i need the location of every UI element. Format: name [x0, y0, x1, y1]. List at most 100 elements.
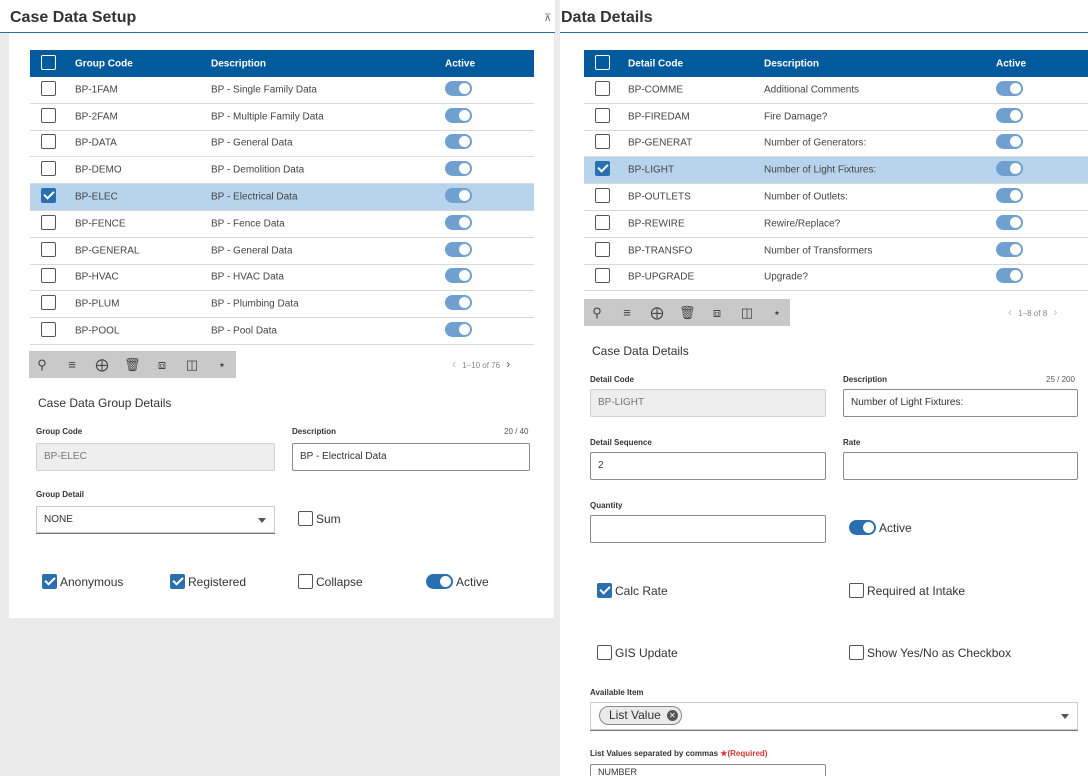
column-header-description[interactable]: Description	[211, 58, 266, 69]
row-active-toggle[interactable]	[445, 241, 472, 260]
table-row[interactable]: BP-DATA BP - General Data	[30, 130, 534, 158]
filter-icon[interactable]: ≡	[64, 357, 80, 373]
hierarchy-icon[interactable]: ⋆	[769, 305, 785, 321]
row-active-toggle[interactable]	[996, 241, 1023, 260]
row-checkbox[interactable]	[595, 188, 610, 206]
row-active-toggle[interactable]	[996, 161, 1023, 179]
table-row[interactable]: BP-PLUM BP - Plumbing Data	[30, 291, 534, 319]
hierarchy-icon[interactable]: ⋆	[214, 357, 230, 373]
row-active-toggle[interactable]	[445, 214, 472, 233]
collapse-checkbox[interactable]	[298, 574, 313, 589]
columns-icon[interactable]: ◫	[739, 305, 755, 321]
sum-option[interactable]: Sum	[298, 511, 341, 526]
row-checkbox[interactable]	[41, 268, 56, 286]
row-checkbox[interactable]	[595, 107, 610, 126]
detail-sequence-field[interactable]: 2	[590, 452, 826, 480]
delete-icon[interactable]: 🗑	[679, 305, 696, 321]
search-icon[interactable]: ⚲	[34, 357, 50, 373]
select-all-checkbox[interactable]	[595, 54, 610, 73]
row-checkbox[interactable]	[595, 80, 610, 99]
collapse-icon[interactable]: ⊼	[544, 14, 554, 24]
delete-icon[interactable]: 🗑	[124, 357, 141, 373]
row-active-toggle[interactable]	[996, 268, 1023, 286]
list-values-field[interactable]: NUMBER	[590, 764, 826, 776]
row-checkbox[interactable]	[595, 268, 610, 286]
row-active-toggle[interactable]	[445, 80, 472, 99]
table-row[interactable]: BP-1FAM BP - Single Family Data	[30, 77, 534, 104]
copy-icon[interactable]: ⧈	[154, 357, 170, 373]
rate-field[interactable]	[843, 452, 1078, 480]
row-checkbox[interactable]	[41, 214, 56, 233]
row-active-toggle[interactable]	[996, 80, 1023, 99]
prev-page-icon[interactable]: ‹	[1008, 305, 1012, 319]
add-icon[interactable]: ⨁	[94, 357, 110, 373]
column-header-group-code[interactable]: Group Code	[75, 58, 133, 69]
add-icon[interactable]: ⨁	[649, 305, 665, 321]
row-checkbox[interactable]	[595, 241, 610, 260]
copy-icon[interactable]: ⧈	[709, 305, 725, 321]
table-row[interactable]: BP-COMME Additional Comments	[584, 77, 1088, 104]
columns-icon[interactable]: ◫	[184, 357, 200, 373]
row-checkbox[interactable]	[41, 134, 56, 152]
row-active-toggle[interactable]	[445, 134, 472, 152]
required-intake-option[interactable]: Required at Intake	[849, 583, 965, 598]
active-option[interactable]: Active	[849, 520, 912, 535]
row-active-toggle[interactable]	[445, 161, 472, 179]
row-active-toggle[interactable]	[996, 214, 1023, 233]
required-intake-checkbox[interactable]	[849, 583, 864, 598]
row-checkbox[interactable]	[41, 188, 56, 206]
description-field[interactable]: Number of Light Fixtures:	[843, 389, 1078, 417]
table-row[interactable]: BP-FIREDAM Fire Damage?	[584, 103, 1088, 131]
next-page-icon[interactable]: ›	[506, 357, 510, 371]
table-row[interactable]: BP-GENERAT Number of Generators:	[584, 130, 1088, 158]
active-toggle[interactable]	[849, 520, 876, 535]
quantity-field[interactable]	[590, 515, 826, 543]
table-row[interactable]: BP-2FAM BP - Multiple Family Data	[30, 103, 534, 131]
active-toggle[interactable]	[426, 574, 453, 589]
row-checkbox[interactable]	[41, 241, 56, 260]
show-yes-no-checkbox[interactable]	[849, 645, 864, 660]
close-icon[interactable]: ✕	[666, 710, 678, 721]
available-item-select[interactable]: List Value ✕	[590, 702, 1078, 731]
collapse-option[interactable]: Collapse	[298, 574, 363, 589]
table-row[interactable]: BP-REWIRE Rewire/Replace?	[584, 210, 1088, 238]
table-row[interactable]: BP-FENCE BP - Fence Data	[30, 210, 534, 238]
row-checkbox[interactable]	[595, 214, 610, 233]
table-row[interactable]: BP-TRANSFO Number of Transformers	[584, 237, 1088, 265]
description-field[interactable]: BP - Electrical Data	[292, 443, 530, 471]
column-header-detail-code[interactable]: Detail Code	[628, 58, 683, 69]
column-header-description[interactable]: Description	[764, 58, 819, 69]
registered-checkbox[interactable]	[170, 574, 185, 589]
row-checkbox[interactable]	[595, 161, 610, 179]
calc-rate-option[interactable]: Calc Rate	[597, 583, 668, 598]
row-active-toggle[interactable]	[445, 322, 472, 340]
table-row[interactable]: BP-UPGRADE Upgrade?	[584, 264, 1088, 292]
show-yes-no-option[interactable]: Show Yes/No as Checkbox	[849, 645, 1011, 660]
row-active-toggle[interactable]	[996, 107, 1023, 126]
table-row[interactable]: BP-ELEC BP - Electrical Data	[30, 184, 534, 211]
column-header-active[interactable]: Active	[996, 58, 1026, 69]
select-all-checkbox[interactable]	[41, 54, 56, 73]
table-row[interactable]: BP-GENERAL BP - General Data	[30, 237, 534, 265]
calc-rate-checkbox[interactable]	[597, 583, 612, 598]
row-active-toggle[interactable]	[996, 134, 1023, 152]
row-active-toggle[interactable]	[445, 295, 472, 313]
row-checkbox[interactable]	[41, 295, 56, 313]
gis-update-checkbox[interactable]	[597, 645, 612, 660]
registered-option[interactable]: Registered	[170, 574, 246, 589]
table-row[interactable]: BP-OUTLETS Number of Outlets:	[584, 184, 1088, 211]
gis-update-option[interactable]: GIS Update	[597, 645, 678, 660]
table-row[interactable]: BP-LIGHT Number of Light Fixtures:	[584, 157, 1088, 185]
anonymous-checkbox[interactable]	[42, 574, 57, 589]
group-detail-select[interactable]: NONE	[36, 506, 275, 534]
row-active-toggle[interactable]	[445, 268, 472, 286]
table-row[interactable]: BP-DEMO BP - Demolition Data	[30, 157, 534, 185]
row-active-toggle[interactable]	[445, 107, 472, 126]
table-row[interactable]: BP-POOL BP - Pool Data	[30, 318, 534, 345]
search-icon[interactable]: ⚲	[589, 305, 605, 321]
row-checkbox[interactable]	[41, 107, 56, 126]
anonymous-option[interactable]: Anonymous	[42, 574, 123, 589]
row-checkbox[interactable]	[41, 322, 56, 340]
filter-icon[interactable]: ≡	[619, 305, 635, 321]
active-option[interactable]: Active	[426, 574, 489, 589]
